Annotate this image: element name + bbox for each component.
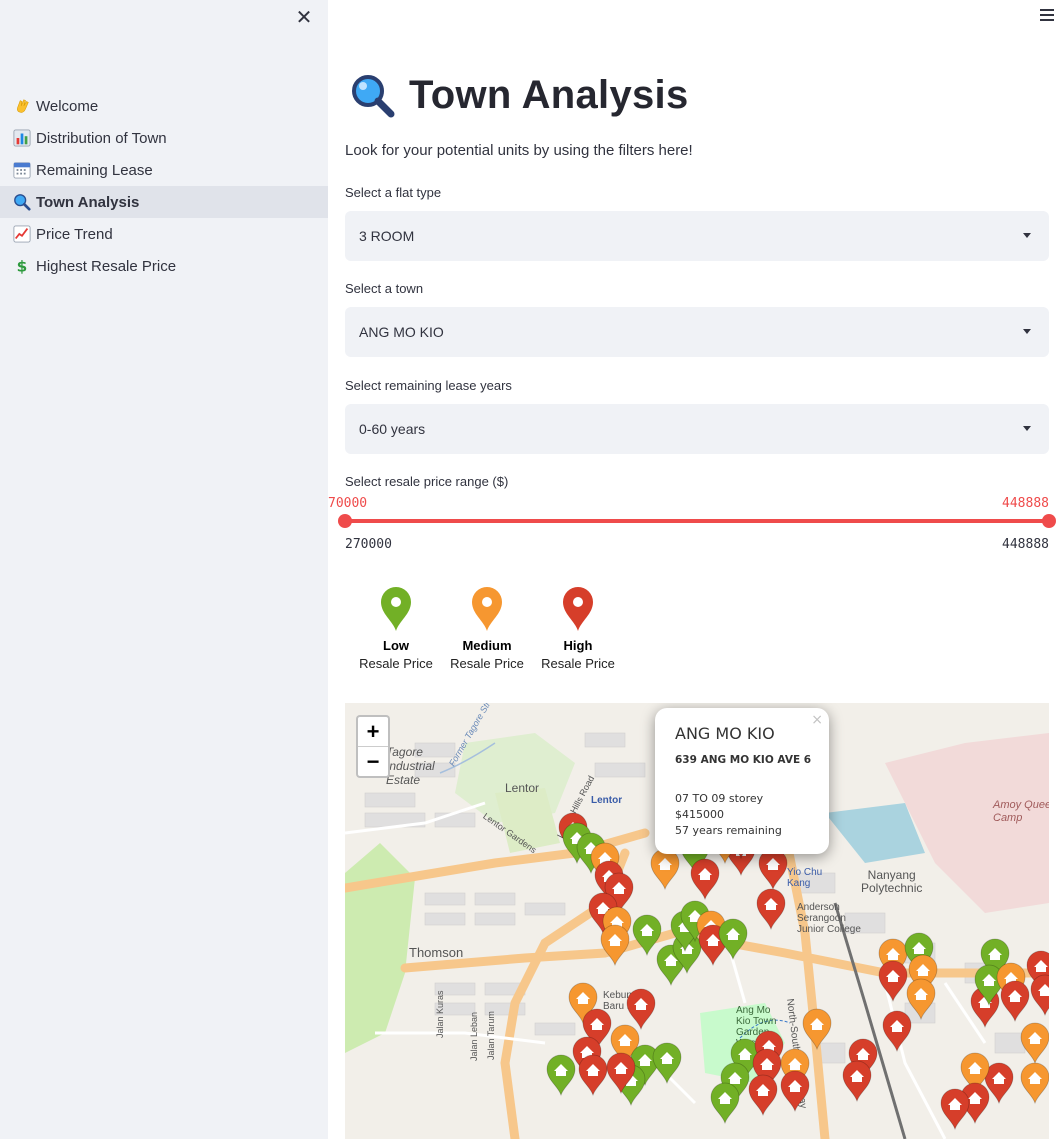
waving-hand-icon	[12, 96, 32, 116]
map-marker[interactable]	[940, 1088, 970, 1131]
sidebar-item-remaining-lease[interactable]: Remaining Lease	[0, 154, 328, 186]
map-marker[interactable]	[578, 1054, 608, 1097]
legend-low: Low Resale Price	[351, 586, 441, 671]
map-marker[interactable]	[626, 988, 656, 1031]
map-marker-icon	[381, 587, 411, 631]
page-subtitle: Look for your potential units by using t…	[345, 142, 693, 159]
map-marker[interactable]	[632, 914, 662, 957]
lease-select[interactable]: 0-60 years	[345, 404, 1049, 454]
town-select[interactable]: ANG MO KIO	[345, 307, 1049, 357]
trend-chart-icon	[12, 224, 32, 244]
bar-chart-icon	[12, 128, 32, 148]
town-value: ANG MO KIO	[359, 324, 444, 340]
map-marker[interactable]	[882, 1010, 912, 1053]
price-range-label: Select resale price range ($)	[345, 474, 509, 489]
map-marker[interactable]	[878, 960, 908, 1003]
map-marker[interactable]	[650, 848, 680, 891]
legend-low-title: Low	[383, 638, 409, 653]
svg-text:$: $	[17, 257, 28, 275]
legend-high: High Resale Price	[533, 586, 623, 671]
sidebar-item-label: Price Trend	[36, 225, 113, 243]
legend-low-sub: Resale Price	[359, 656, 433, 671]
popup-close-button[interactable]: ×	[811, 712, 823, 728]
map-marker[interactable]	[718, 918, 748, 961]
legend-medium-sub: Resale Price	[450, 656, 524, 671]
map-marker[interactable]	[1000, 980, 1030, 1023]
map-marker[interactable]	[710, 1082, 740, 1125]
map-marker[interactable]	[842, 1060, 872, 1103]
popup-remaining: 57 years remaining	[675, 824, 782, 837]
legend-medium-title: Medium	[462, 638, 512, 653]
flat-type-label: Select a flat type	[345, 185, 442, 200]
popup-town: ANG MO KIO	[675, 724, 775, 743]
map-marker[interactable]	[802, 1008, 832, 1051]
map-marker[interactable]	[1020, 1022, 1049, 1065]
map-marker-icon	[563, 587, 593, 631]
sidebar-item-label: Remaining Lease	[36, 161, 153, 179]
sidebar: ✕ Welcome Distribution of Town Remaining…	[0, 0, 328, 1139]
chevron-down-icon	[1023, 233, 1031, 238]
dollar-icon: $	[12, 256, 32, 276]
zoom-control: + −	[356, 715, 390, 778]
flat-type-select[interactable]: 3 ROOM	[345, 211, 1049, 261]
map-marker[interactable]	[652, 1042, 682, 1085]
sidebar-item-welcome[interactable]: Welcome	[0, 90, 328, 122]
map-popup: × ANG MO KIO 639 ANG MO KIO AVE 6 07 TO …	[655, 708, 829, 854]
sidebar-item-price-trend[interactable]: Price Trend	[0, 218, 328, 250]
price-min-label: 270000	[345, 537, 392, 552]
price-slider-low-handle[interactable]	[338, 514, 352, 528]
sidebar-item-label: Distribution of Town	[36, 129, 167, 147]
magnifier-icon	[12, 192, 32, 212]
map[interactable]: Tagore Industrial Estate Lentor Lentor T…	[345, 703, 1049, 1139]
town-label: Select a town	[345, 281, 424, 296]
sidebar-item-label: Town Analysis	[36, 193, 140, 211]
map-marker[interactable]	[1030, 974, 1049, 1017]
map-marker[interactable]	[1020, 1062, 1049, 1105]
popup-address: 639 ANG MO KIO AVE 6	[675, 754, 812, 766]
sidebar-item-distribution[interactable]: Distribution of Town	[0, 122, 328, 154]
price-max-label: 448888	[1002, 537, 1049, 552]
sidebar-item-label: Welcome	[36, 97, 99, 115]
lease-value: 0-60 years	[359, 421, 426, 437]
legend-medium: Medium Resale Price	[442, 586, 532, 671]
sidebar-nav: Welcome Distribution of Town Remaining L…	[0, 90, 328, 282]
map-marker[interactable]	[748, 1074, 778, 1117]
popup-price: $415000	[675, 808, 724, 821]
map-marker-icon	[472, 587, 502, 631]
map-marker[interactable]	[758, 848, 788, 891]
hamburger-menu-icon[interactable]	[1040, 9, 1054, 23]
legend-high-sub: Resale Price	[541, 656, 615, 671]
page-header: Town Analysis	[349, 72, 689, 118]
map-marker[interactable]	[780, 1070, 810, 1113]
lease-label: Select remaining lease years	[345, 378, 512, 393]
price-slider-high-handle[interactable]	[1042, 514, 1056, 528]
close-sidebar-icon[interactable]: ✕	[294, 8, 314, 28]
zoom-out-button[interactable]: −	[358, 747, 388, 776]
map-marker[interactable]	[600, 924, 630, 967]
map-marker[interactable]	[906, 978, 936, 1021]
magnifier-icon	[352, 75, 395, 118]
map-marker[interactable]	[690, 858, 720, 901]
page-title: Town Analysis	[409, 72, 689, 117]
calendar-icon	[12, 160, 32, 180]
popup-storey: 07 TO 09 storey	[675, 792, 764, 805]
map-marker[interactable]	[546, 1054, 576, 1097]
map-marker[interactable]	[756, 888, 786, 931]
legend-high-title: High	[563, 638, 593, 653]
sidebar-item-town-analysis[interactable]: Town Analysis	[0, 186, 328, 218]
chevron-down-icon	[1023, 329, 1031, 334]
price-high-value: 448888	[1002, 496, 1049, 511]
sidebar-item-highest-resale[interactable]: $ Highest Resale Price	[0, 250, 328, 282]
zoom-in-button[interactable]: +	[358, 717, 388, 747]
price-low-value: 70000	[328, 496, 368, 511]
sidebar-item-label: Highest Resale Price	[36, 257, 177, 275]
flat-type-value: 3 ROOM	[359, 228, 415, 244]
price-slider-track[interactable]	[345, 519, 1049, 523]
legend-marker-low	[381, 587, 411, 631]
chevron-down-icon	[1023, 426, 1031, 431]
